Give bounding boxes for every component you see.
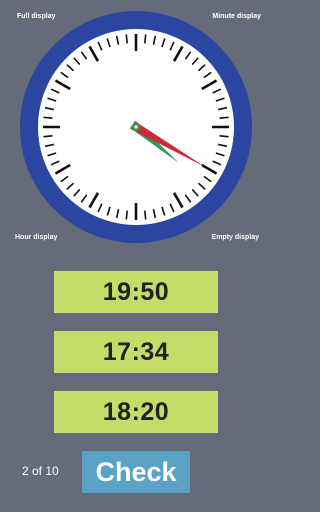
question-progress: 2 of 10: [22, 464, 59, 478]
minute-tick: [219, 134, 229, 138]
minute-tick: [125, 210, 129, 220]
minute-tick: [143, 210, 147, 220]
minute-tick: [219, 116, 229, 120]
minute-tick: [125, 34, 129, 44]
answer-option-3[interactable]: 18:20: [54, 391, 218, 433]
check-button[interactable]: Check: [82, 451, 190, 493]
clock-hub-center: [134, 125, 138, 129]
minute-tick: [143, 34, 147, 44]
answer-option-2[interactable]: 17:34: [54, 331, 218, 373]
answer-option-1[interactable]: 19:50: [54, 271, 218, 313]
minute-tick: [43, 134, 53, 138]
analog-clock: [20, 11, 252, 243]
minute-tick: [43, 116, 53, 120]
